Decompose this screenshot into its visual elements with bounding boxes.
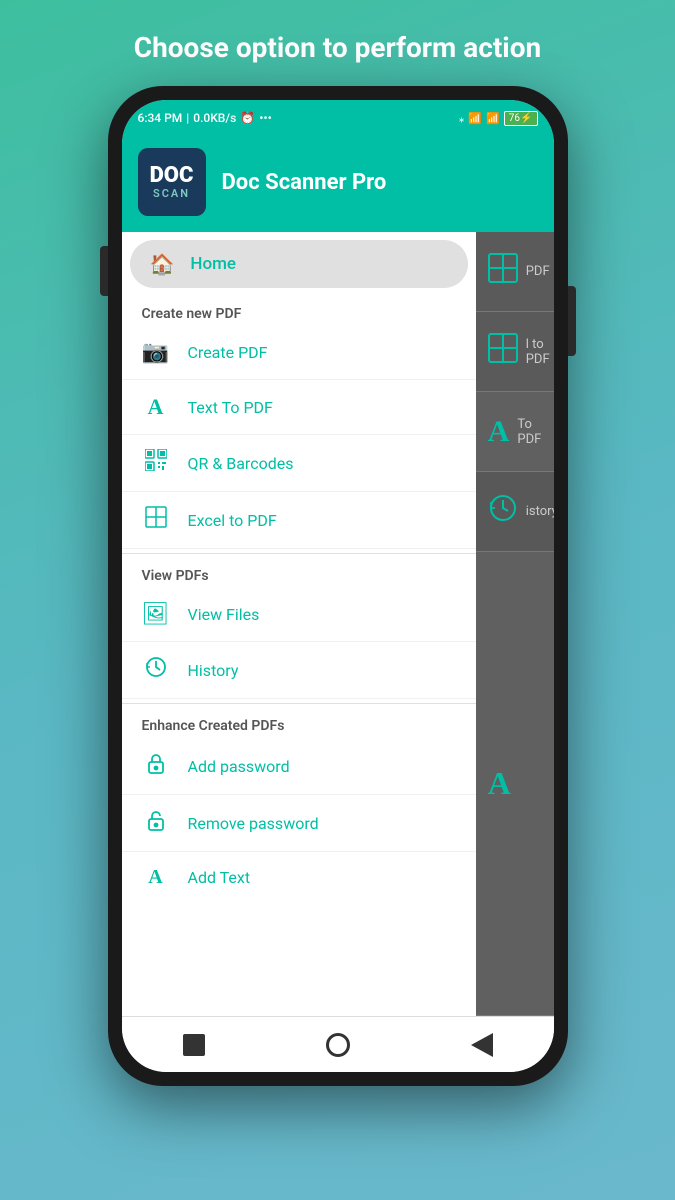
menu-item-excel-to-pdf[interactable]: Excel to PDF	[122, 492, 476, 549]
status-bar: 6:34 PM | 0.0KB/s ⏰ ••• ⁎ 📶 📶 76 ⚡	[122, 100, 554, 136]
history-text: History	[188, 661, 239, 680]
remove-password-text: Remove password	[188, 814, 319, 833]
history-icon	[142, 656, 170, 684]
wifi-icon: 📶	[468, 112, 482, 125]
image-icon: 🖼	[142, 602, 170, 627]
menu-item-view-files[interactable]: 🖼 View Files	[122, 588, 476, 642]
status-right: ⁎ 📶 📶 76 ⚡	[459, 111, 538, 126]
right-text-4: istory	[526, 504, 554, 519]
app-title-text: Doc Scanner Pro	[222, 170, 387, 195]
create-pdf-text: Create PDF	[188, 343, 268, 362]
home-menu-item[interactable]: 🏠 Home	[130, 240, 468, 288]
right-item-1: PDF	[476, 232, 554, 312]
lock-closed-icon	[142, 752, 170, 780]
text-icon: A	[142, 394, 170, 420]
divider-1	[122, 553, 476, 554]
right-icon-2	[488, 333, 518, 371]
data-speed: 0.0KB/s	[193, 111, 236, 125]
app-logo: DOC SCAN	[138, 148, 206, 216]
add-text-icon: A	[142, 866, 170, 889]
right-item-4: istory	[476, 472, 554, 552]
section-enhance-label: Enhance Created PDFs	[122, 708, 476, 738]
page-title: Choose option to perform action	[94, 0, 581, 86]
excel-to-pdf-text: Excel to PDF	[188, 511, 277, 530]
app-header: DOC SCAN Doc Scanner Pro	[122, 136, 554, 232]
add-text-label: Add Text	[188, 868, 251, 887]
drawer-menu: 🏠 Home Create new PDF 📷 Create PDF A Tex…	[122, 232, 476, 1016]
right-item-3: A To PDF	[476, 392, 554, 472]
divider-2	[122, 703, 476, 704]
menu-item-add-text[interactable]: A Add Text	[122, 852, 476, 903]
nav-recent-button[interactable]	[172, 1023, 216, 1067]
circle-icon	[326, 1033, 350, 1057]
menu-item-history[interactable]: History	[122, 642, 476, 699]
right-icon-4	[488, 493, 518, 531]
phone-screen: 6:34 PM | 0.0KB/s ⏰ ••• ⁎ 📶 📶 76 ⚡ DOC S…	[122, 100, 554, 1072]
add-password-text: Add password	[188, 757, 290, 776]
nav-back-button[interactable]	[460, 1023, 504, 1067]
excel-icon	[142, 506, 170, 534]
triangle-icon	[471, 1033, 493, 1057]
alarm-icon: ⏰	[240, 111, 255, 125]
right-item-2: l to PDF	[476, 312, 554, 392]
battery-display: 76 ⚡	[504, 111, 538, 126]
time-display: 6:34 PM	[138, 111, 183, 125]
text-to-pdf-text: Text To PDF	[188, 398, 273, 417]
signal-icon: 📶	[486, 112, 500, 125]
right-text-3: To PDF	[517, 417, 541, 447]
bluetooth-icon: ⁎	[459, 112, 465, 125]
nav-home-button[interactable]	[316, 1023, 360, 1067]
right-panel: PDF l to PDF A To PDF	[476, 232, 554, 1016]
qr-barcodes-text: QR & Barcodes	[188, 454, 294, 473]
home-icon: 🏠	[150, 252, 175, 276]
view-files-text: View Files	[188, 605, 260, 624]
menu-item-add-password[interactable]: Add password	[122, 738, 476, 795]
menu-item-qr-barcodes[interactable]: QR & Barcodes	[122, 435, 476, 492]
menu-item-create-pdf[interactable]: 📷 Create PDF	[122, 326, 476, 380]
more-icon: •••	[259, 111, 272, 125]
bottom-navigation	[122, 1016, 554, 1072]
square-icon	[183, 1034, 205, 1056]
right-icon-5: A	[488, 765, 511, 802]
camera-icon: 📷	[142, 340, 170, 365]
right-text-1: PDF	[526, 264, 550, 279]
lock-open-icon	[142, 809, 170, 837]
right-icon-3: A	[488, 415, 510, 449]
qr-icon	[142, 449, 170, 477]
logo-scan-text: SCAN	[153, 187, 190, 200]
logo-doc-text: DOC	[150, 165, 194, 187]
content-area: 🏠 Home Create new PDF 📷 Create PDF A Tex…	[122, 232, 554, 1016]
speed-display: |	[186, 111, 189, 125]
menu-item-remove-password[interactable]: Remove password	[122, 795, 476, 852]
menu-item-text-to-pdf[interactable]: A Text To PDF	[122, 380, 476, 435]
section-create-pdf-label: Create new PDF	[122, 296, 476, 326]
status-left: 6:34 PM | 0.0KB/s ⏰ •••	[138, 111, 272, 125]
home-label: Home	[190, 254, 236, 274]
right-item-5: A	[476, 552, 554, 1016]
phone-frame: 6:34 PM | 0.0KB/s ⏰ ••• ⁎ 📶 📶 76 ⚡ DOC S…	[108, 86, 568, 1086]
right-text-2: l to PDF	[526, 337, 550, 367]
right-icon-1	[488, 253, 518, 291]
section-view-pdfs-label: View PDFs	[122, 558, 476, 588]
